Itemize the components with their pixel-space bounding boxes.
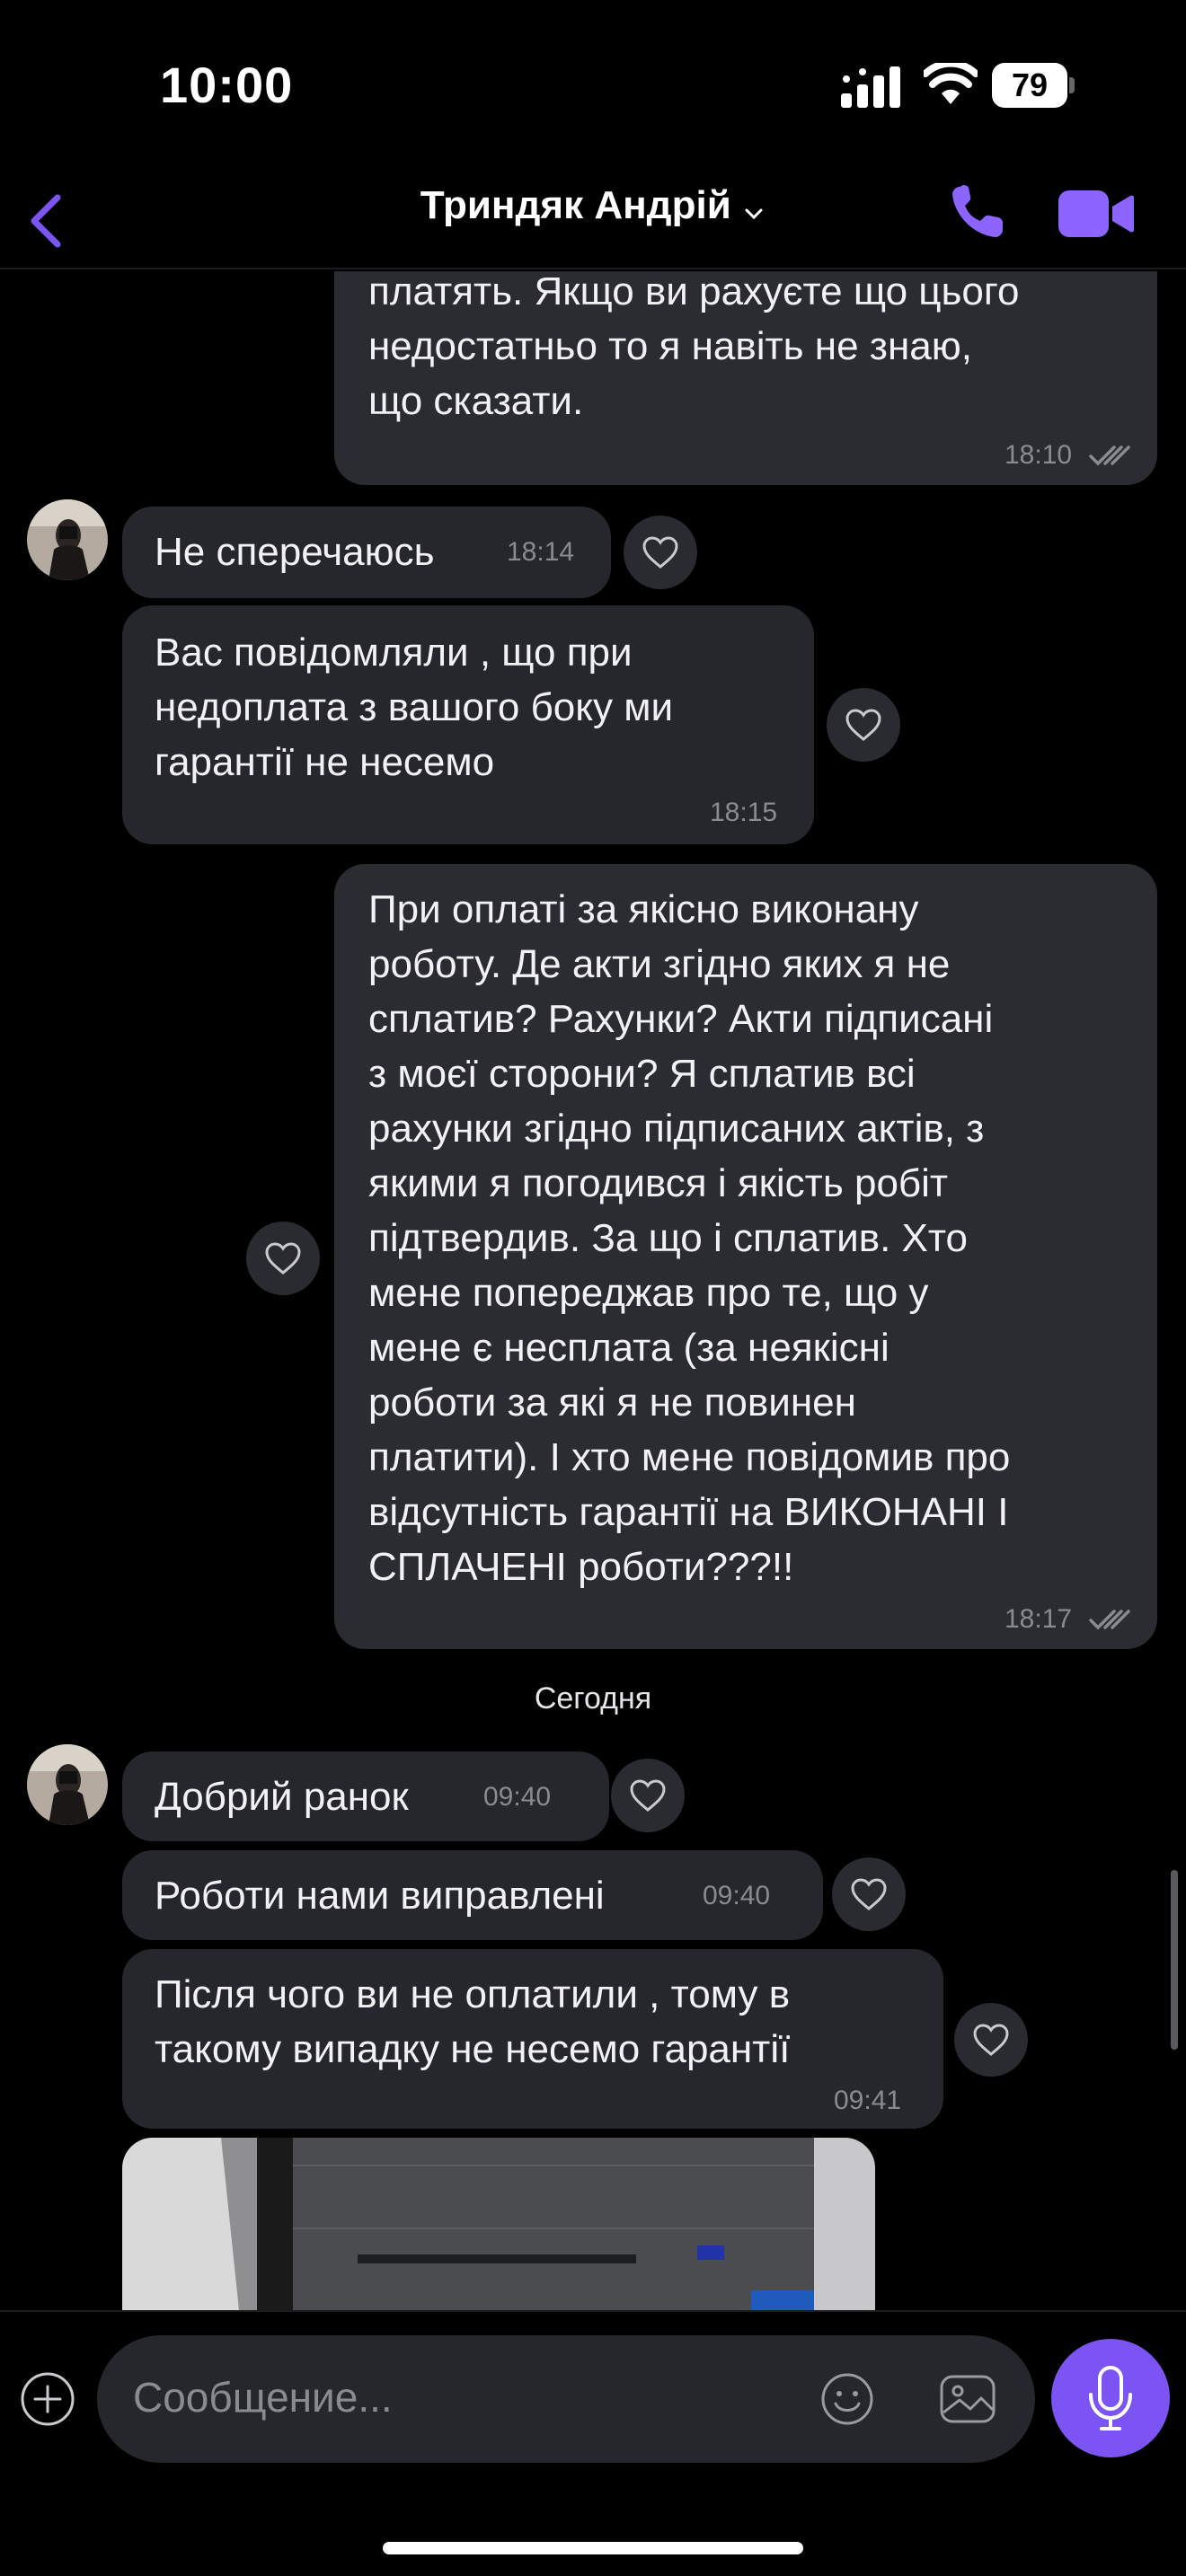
message-text-line: такому випадку не несемо гарантії bbox=[155, 2027, 791, 2071]
heart-icon bbox=[851, 1878, 887, 1910]
microphone-icon bbox=[1089, 2366, 1132, 2430]
scroll-indicator[interactable] bbox=[1171, 1870, 1178, 2050]
like-button[interactable] bbox=[246, 1222, 320, 1295]
like-button[interactable] bbox=[954, 2003, 1028, 2077]
plus-icon[interactable] bbox=[20, 2371, 75, 2427]
message-text-line: Не сперечаюсь bbox=[155, 530, 435, 574]
incoming-message[interactable]: Після чого ви не оплатили , тому в таком… bbox=[122, 1949, 943, 2129]
heart-icon bbox=[973, 2024, 1009, 2056]
outgoing-message[interactable]: платять. Якщо ви рахуєте що цього недост… bbox=[334, 271, 1157, 485]
message-text-line: платити). І хто мене повідомив про bbox=[368, 1435, 1011, 1479]
message-text-line: недостатньо то я навіть не знаю, bbox=[368, 324, 972, 368]
chat-header: Триндяк Андрій bbox=[0, 171, 1186, 269]
message-text-line: платять. Якщо ви рахуєте що цього bbox=[368, 271, 1020, 313]
heart-icon bbox=[845, 709, 881, 741]
voice-record-button[interactable] bbox=[1051, 2339, 1170, 2457]
message-list[interactable]: платять. Якщо ви рахуєте що цього недост… bbox=[0, 271, 1186, 2310]
battery-level: 79 bbox=[992, 63, 1067, 108]
message-text-line: Добрий ранок bbox=[155, 1775, 409, 1819]
incoming-message[interactable]: Добрий ранок 09:40 bbox=[122, 1751, 609, 1841]
message-time: 18:15 bbox=[710, 798, 778, 827]
contact-name: Триндяк Андрій bbox=[420, 183, 731, 227]
message-time: 09:40 bbox=[703, 1881, 771, 1910]
message-text-line: При оплаті за якісно виконану bbox=[368, 887, 919, 931]
message-composer: Сообщение... bbox=[0, 2310, 1186, 2576]
phone-icon[interactable] bbox=[949, 183, 1003, 241]
like-button[interactable] bbox=[832, 1857, 906, 1931]
message-text-line: підтвердив. За що і сплатив. Хто bbox=[368, 1216, 969, 1260]
incoming-message[interactable]: Роботи нами виправлені 09:40 bbox=[122, 1850, 823, 1940]
read-ticks-icon bbox=[1089, 1610, 1130, 1630]
message-text-line: сплатив? Рахунки? Акти підписані bbox=[368, 997, 994, 1041]
like-button[interactable] bbox=[624, 516, 697, 589]
message-text-line: Роботи нами виправлені bbox=[155, 1874, 605, 1918]
read-ticks-icon bbox=[1089, 446, 1130, 466]
message-time: 09:41 bbox=[834, 2086, 902, 2115]
message-input-placeholder: Сообщение... bbox=[133, 2374, 393, 2421]
message-time: 18:10 bbox=[1005, 440, 1073, 470]
message-text-line: СПЛАЧЕНІ роботи???!! bbox=[368, 1545, 794, 1589]
sticker-icon[interactable] bbox=[819, 2371, 875, 2427]
message-text-line: якими я погодився і якість робіт bbox=[368, 1161, 949, 1205]
message-time: 18:17 bbox=[1005, 1604, 1073, 1634]
heart-icon bbox=[642, 536, 678, 569]
message-text-line: роботу. Де акти згідно яких я не bbox=[368, 942, 951, 986]
message-text-line: з моєї сторони? Я сплатив всі bbox=[368, 1052, 916, 1096]
message-text-line: недоплата з вашого боку ми bbox=[155, 685, 674, 729]
message-time: 09:40 bbox=[483, 1782, 552, 1812]
message-text-line: що сказати. bbox=[368, 379, 584, 423]
heart-icon bbox=[265, 1242, 301, 1275]
heart-icon bbox=[630, 1779, 666, 1812]
photo-message[interactable] bbox=[122, 2138, 875, 2310]
message-text-line: рахунки згідно підписаних актів, з bbox=[368, 1107, 985, 1151]
gallery-icon[interactable] bbox=[938, 2371, 997, 2427]
message-text-line: мене попереджав про те, що у bbox=[368, 1271, 929, 1315]
cellular-signal-icon bbox=[841, 66, 900, 108]
message-time: 18:14 bbox=[507, 537, 575, 567]
message-text-line: мене є несплата (за неякісні bbox=[368, 1326, 890, 1370]
status-bar: 10:00 79 bbox=[0, 0, 1186, 171]
incoming-message[interactable]: Вас повідомляли , що при недоплата з ваш… bbox=[122, 605, 814, 844]
like-button[interactable] bbox=[611, 1759, 685, 1832]
contact-avatar[interactable] bbox=[27, 1744, 108, 1825]
like-button[interactable] bbox=[827, 688, 900, 762]
date-separator: Сегодня bbox=[534, 1681, 652, 1716]
message-text-line: відсутність гарантії на ВИКОНАНІ І bbox=[368, 1490, 1009, 1534]
message-input[interactable]: Сообщение... bbox=[97, 2335, 1035, 2463]
incoming-message[interactable]: Не сперечаюсь 18:14 bbox=[122, 507, 611, 598]
chevron-down-icon bbox=[745, 208, 763, 219]
video-camera-icon[interactable] bbox=[1058, 189, 1134, 239]
message-text-line: гарантії не несемо bbox=[155, 740, 495, 784]
status-time: 10:00 bbox=[160, 57, 294, 113]
home-indicator[interactable] bbox=[383, 2542, 803, 2554]
battery-icon: 79 bbox=[992, 63, 1075, 108]
message-text-line: роботи за які я не повинен bbox=[368, 1381, 856, 1425]
contact-avatar[interactable] bbox=[27, 499, 108, 580]
contact-title-button[interactable]: Триндяк Андрій bbox=[0, 183, 1186, 228]
message-text-line: Вас повідомляли , що при bbox=[155, 631, 633, 675]
message-text-line: Після чого ви не оплатили , тому в bbox=[155, 1972, 791, 2016]
wifi-icon bbox=[924, 63, 978, 104]
outgoing-message[interactable]: При оплаті за якісно виконану роботу. Де… bbox=[334, 864, 1157, 1649]
